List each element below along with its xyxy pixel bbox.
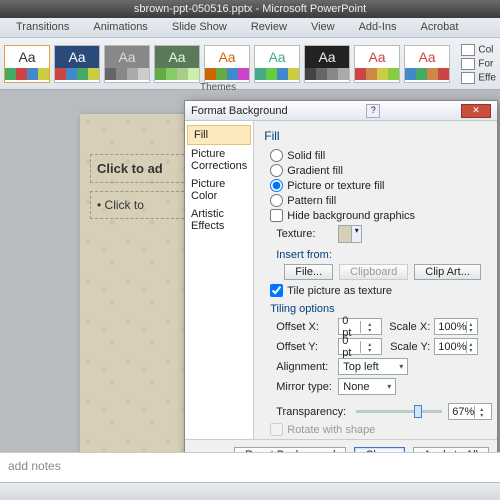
tab-slideshow[interactable]: Slide Show (160, 18, 239, 37)
theme-swatch-4[interactable]: Aa (154, 45, 200, 83)
theme-swatch-9[interactable]: Aa (404, 45, 450, 83)
effects-button[interactable]: Effe (461, 72, 496, 84)
notes-pane[interactable]: add notes (0, 452, 500, 482)
scalex-label: Scale X: (386, 321, 430, 333)
theme-swatch-8[interactable]: Aa (354, 45, 400, 83)
transparency-label: Transparency: (276, 406, 350, 418)
nav-picture-color[interactable]: Picture Color (185, 175, 253, 205)
dialog-nav: Fill Picture Corrections Picture Color A… (185, 121, 254, 439)
theme-swatch-1[interactable]: Aa (4, 45, 50, 83)
solid-fill-radio[interactable]: Solid fill (270, 149, 492, 162)
mirror-combo[interactable]: None▾ (338, 378, 396, 395)
offsetx-label: Offset X: (276, 321, 334, 333)
colors-button[interactable]: Col (461, 44, 496, 56)
theme-swatch-2[interactable]: Aa (54, 45, 100, 83)
mirror-label: Mirror type: (276, 381, 334, 393)
tile-checkbox[interactable]: Tile picture as texture (270, 284, 492, 297)
texture-picker[interactable]: ▾ (338, 225, 362, 243)
close-icon[interactable]: ✕ (461, 104, 491, 118)
chevron-down-icon[interactable]: ▾ (351, 226, 361, 242)
status-bar (0, 482, 500, 500)
window-title: sbrown-ppt-050516.pptx - Microsoft Power… (0, 0, 500, 18)
help-icon[interactable]: ? (366, 104, 380, 118)
chevron-down-icon[interactable]: ▾ (399, 362, 403, 371)
nav-fill[interactable]: Fill (187, 125, 251, 145)
theme-swatch-6[interactable]: Aa (254, 45, 300, 83)
scalex-input[interactable]: 100%▴▾ (434, 318, 478, 335)
offsetx-input[interactable]: 0 pt▴▾ (338, 318, 382, 335)
theme-swatch-3[interactable]: Aa (104, 45, 150, 83)
format-background-dialog: Format Background ? ✕ Fill Picture Corre… (184, 100, 498, 470)
offsety-input[interactable]: 0 pt▴▾ (338, 338, 382, 355)
pattern-fill-radio[interactable]: Pattern fill (270, 194, 492, 207)
nav-artistic-effects[interactable]: Artistic Effects (185, 205, 253, 235)
tab-acrobat[interactable]: Acrobat (409, 18, 471, 37)
rotate-checkbox: Rotate with shape (270, 423, 492, 436)
transparency-input[interactable]: 67%▴▾ (448, 403, 492, 420)
tab-animations[interactable]: Animations (81, 18, 159, 37)
tab-transitions[interactable]: Transitions (4, 18, 81, 37)
transparency-slider[interactable] (356, 410, 442, 413)
fonts-button[interactable]: For (461, 58, 496, 70)
chevron-down-icon[interactable]: ▾ (387, 382, 391, 391)
tab-review[interactable]: Review (239, 18, 299, 37)
fill-header: Fill (264, 129, 492, 143)
scaley-label: Scale Y: (386, 341, 430, 353)
tab-addins[interactable]: Add-Ins (347, 18, 409, 37)
hide-bg-checkbox[interactable]: Hide background graphics (270, 209, 492, 222)
insert-from-label: Insert from: (276, 249, 492, 261)
clipboard-button: Clipboard (339, 264, 408, 280)
texture-label: Texture: (276, 228, 334, 240)
dialog-title: Format Background (191, 105, 288, 117)
alignment-combo[interactable]: Top left▾ (338, 358, 408, 375)
clipart-button[interactable]: Clip Art... (414, 264, 481, 280)
tab-view[interactable]: View (299, 18, 347, 37)
file-button[interactable]: File... (284, 264, 333, 280)
theme-swatch-5[interactable]: Aa (204, 45, 250, 83)
offsety-label: Offset Y: (276, 341, 334, 353)
alignment-label: Alignment: (276, 361, 334, 373)
gradient-fill-radio[interactable]: Gradient fill (270, 164, 492, 177)
ribbon-tabs: Transitions Animations Slide Show Review… (0, 18, 500, 38)
ribbon: Aa Aa Aa Aa Aa Aa Aa Aa Aa Col For Effe (0, 38, 500, 90)
nav-picture-corrections[interactable]: Picture Corrections (185, 145, 253, 175)
tiling-header: Tiling options (270, 303, 492, 315)
picture-fill-radio[interactable]: Picture or texture fill (270, 179, 492, 192)
theme-swatch-7[interactable]: Aa (304, 45, 350, 83)
scaley-input[interactable]: 100%▴▾ (434, 338, 478, 355)
